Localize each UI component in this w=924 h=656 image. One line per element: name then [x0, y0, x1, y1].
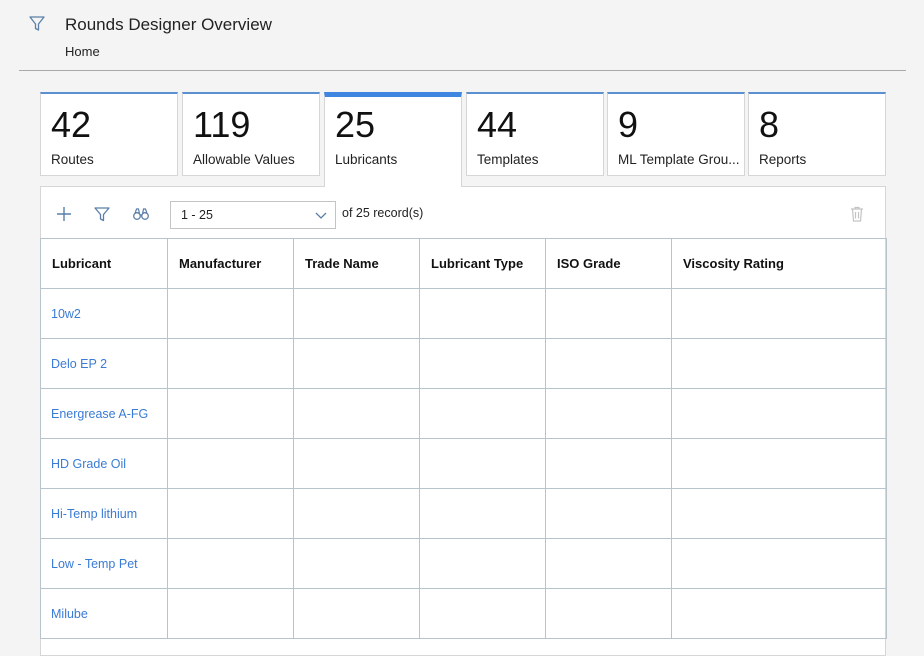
table-cell: HD Grade Oil	[40, 438, 168, 489]
page-range-value: 1 - 25	[181, 208, 213, 222]
table-cell	[671, 438, 887, 489]
filter-icon[interactable]	[29, 15, 45, 33]
table-cell	[167, 588, 294, 639]
lubricant-link[interactable]: Energrease A-FG	[51, 407, 148, 421]
table-cell	[167, 288, 294, 339]
table-cell	[293, 538, 420, 589]
table-cell	[671, 288, 887, 339]
tile-count: 8	[759, 104, 780, 145]
filter-icon[interactable]	[93, 205, 111, 223]
lubricants-table: Lubricant Manufacturer Trade Name Lubric…	[40, 238, 887, 639]
lubricant-link[interactable]: 10w2	[51, 307, 81, 321]
table-cell: Delo EP 2	[40, 338, 168, 389]
table-cell	[419, 438, 546, 489]
column-header-lubricant[interactable]: Lubricant	[40, 238, 168, 289]
table-cell	[545, 588, 672, 639]
table-cell	[419, 338, 546, 389]
table-cell: Hi-Temp lithium	[40, 488, 168, 539]
table-cell	[545, 438, 672, 489]
column-header-iso-grade[interactable]: ISO Grade	[545, 238, 672, 289]
tile-count: 25	[335, 104, 376, 145]
table-cell	[419, 588, 546, 639]
table-cell	[167, 488, 294, 539]
header-divider	[19, 70, 906, 71]
table-cell: Low - Temp Pet	[40, 538, 168, 589]
column-header-trade-name[interactable]: Trade Name	[293, 238, 420, 289]
table-cell	[671, 538, 887, 589]
table-cell: Energrease A-FG	[40, 388, 168, 439]
tile-count: 9	[618, 104, 639, 145]
lubricant-link[interactable]: Low - Temp Pet	[51, 557, 138, 571]
table-cell	[545, 288, 672, 339]
lubricant-link[interactable]: Delo EP 2	[51, 357, 107, 371]
table-cell	[545, 338, 672, 389]
tile-count: 119	[193, 104, 251, 145]
tile-lubricants[interactable]: 25 Lubricants	[324, 92, 462, 187]
table-cell	[167, 438, 294, 489]
lubricant-link[interactable]: Hi-Temp lithium	[51, 507, 137, 521]
table-cell: Milube	[40, 588, 168, 639]
table-header-row: Lubricant Manufacturer Trade Name Lubric…	[40, 238, 887, 289]
table-cell	[545, 388, 672, 439]
tile-count: 42	[51, 104, 92, 145]
table-cell	[167, 388, 294, 439]
table-row: Energrease A-FG	[40, 388, 887, 439]
tile-count: 44	[477, 104, 518, 145]
table-cell	[671, 338, 887, 389]
table-cell	[671, 488, 887, 539]
tile-ml-template-groups[interactable]: 9 ML Template Grou...	[607, 92, 745, 176]
table-cell	[293, 338, 420, 389]
table-cell	[671, 388, 887, 439]
tile-label: Allowable Values	[193, 152, 295, 167]
table-cell	[419, 388, 546, 439]
tile-reports[interactable]: 8 Reports	[748, 92, 886, 176]
table-cell	[419, 288, 546, 339]
table-cell	[167, 538, 294, 589]
lubricant-link[interactable]: HD Grade Oil	[51, 457, 126, 471]
tile-routes[interactable]: 42 Routes	[40, 92, 178, 176]
lubricant-link[interactable]: Milube	[51, 607, 88, 621]
grid-toolbar: 1 - 25 of 25 record(s)	[41, 187, 885, 239]
table-cell	[419, 488, 546, 539]
page-range-select[interactable]: 1 - 25	[170, 201, 336, 229]
table-row: Milube	[40, 588, 887, 639]
add-icon[interactable]	[55, 205, 73, 223]
chevron-down-icon	[315, 212, 327, 219]
table-row: Hi-Temp lithium	[40, 488, 887, 539]
page-header: Rounds Designer Overview Home	[0, 0, 924, 71]
breadcrumb-home[interactable]: Home	[65, 44, 100, 59]
table-cell	[293, 388, 420, 439]
table-cell	[671, 588, 887, 639]
table-cell	[293, 588, 420, 639]
delete-icon[interactable]	[849, 205, 865, 223]
lubricants-panel: 1 - 25 of 25 record(s) Lubricant Manufac…	[40, 186, 887, 656]
table-cell	[293, 488, 420, 539]
tile-templates[interactable]: 44 Templates	[466, 92, 604, 176]
table-cell	[545, 538, 672, 589]
table-cell	[545, 488, 672, 539]
binoculars-icon[interactable]	[132, 205, 150, 223]
tile-label: Templates	[477, 152, 539, 167]
table-row: Delo EP 2	[40, 338, 887, 389]
table-row: 10w2	[40, 288, 887, 339]
record-count: of 25 record(s)	[342, 206, 424, 220]
table-row: Low - Temp Pet	[40, 538, 887, 589]
table-cell	[419, 538, 546, 589]
tile-label: Reports	[759, 152, 807, 167]
table-cell	[167, 338, 294, 389]
tile-label: Lubricants	[335, 152, 398, 167]
table-cell	[293, 288, 420, 339]
column-header-lubricant-type[interactable]: Lubricant Type	[419, 238, 546, 289]
tile-allowable-values[interactable]: 119 Allowable Values	[182, 92, 320, 176]
column-header-manufacturer[interactable]: Manufacturer	[167, 238, 294, 289]
tile-label: Routes	[51, 152, 94, 167]
page-title: Rounds Designer Overview	[65, 15, 272, 34]
tile-label: ML Template Grou...	[618, 152, 740, 167]
table-cell: 10w2	[40, 288, 168, 339]
column-header-viscosity-rating[interactable]: Viscosity Rating	[671, 238, 887, 289]
table-cell	[293, 438, 420, 489]
table-row: HD Grade Oil	[40, 438, 887, 489]
